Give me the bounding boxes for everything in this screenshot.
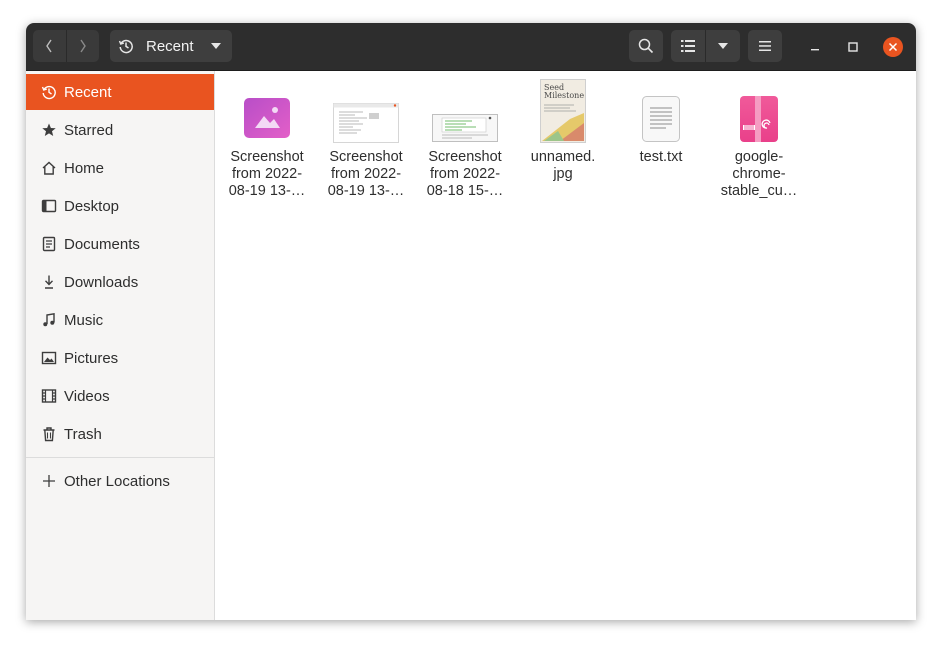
- picture-icon: [40, 349, 58, 367]
- file-name: google-chrome-stable_cu…: [720, 149, 798, 199]
- text-file-icon: [615, 95, 707, 143]
- close-icon: [888, 42, 898, 52]
- history-icon: [118, 39, 133, 54]
- sidebar-item-label: Desktop: [64, 197, 120, 215]
- sidebar-item-label: Home: [64, 159, 105, 177]
- search-button[interactable]: [629, 30, 663, 62]
- sidebar-item-pictures[interactable]: Pictures: [26, 340, 214, 376]
- minimize-button[interactable]: [804, 36, 826, 58]
- file-item[interactable]: test.txt: [615, 79, 707, 199]
- back-button[interactable]: [33, 30, 66, 62]
- plus-icon: [40, 472, 58, 490]
- sidebar-item-recent[interactable]: Recent: [26, 74, 214, 110]
- sidebar-item-label: Other Locations: [64, 472, 170, 490]
- sidebar-item-label: Music: [64, 311, 104, 329]
- sidebar-item-label: Videos: [64, 387, 110, 405]
- file-item[interactable]: Screenshot from 2022- 08-18 15-…: [419, 79, 511, 199]
- chevron-down-icon: [211, 43, 221, 49]
- file-name: unnamed. jpg: [530, 149, 596, 182]
- video-icon: [40, 387, 58, 405]
- close-circle: [883, 37, 903, 57]
- sidebar-item-desktop[interactable]: Desktop: [26, 188, 214, 224]
- maximize-icon: [848, 42, 858, 52]
- list-view-icon: [681, 40, 695, 52]
- sidebar-item-label: Documents: [64, 235, 140, 253]
- sidebar: Recent Starred Home Desktop Documents Do…: [26, 71, 215, 620]
- sidebar-item-label: Starred: [64, 121, 114, 139]
- list-view-button[interactable]: [671, 30, 705, 62]
- view-options-dropdown[interactable]: [705, 30, 740, 62]
- history-icon: [40, 83, 58, 101]
- file-name: Screenshot from 2022- 08-19 13-…: [327, 149, 405, 199]
- location-label: Recent: [146, 37, 194, 55]
- document-icon: [40, 235, 58, 253]
- image-file-icon: [221, 97, 313, 139]
- search-icon: [638, 38, 654, 54]
- sidebar-item-documents[interactable]: Documents: [26, 226, 214, 262]
- file-item[interactable]: Screenshot from 2022- 08-19 13-…: [221, 79, 313, 199]
- music-icon: [40, 311, 58, 329]
- file-manager-window: Recent Recent Starred Home Desktop Docum…: [26, 23, 916, 620]
- screenshot-thumbnail: [320, 103, 412, 143]
- download-icon: [40, 273, 58, 291]
- screenshot-thumbnail: [419, 114, 511, 142]
- sidebar-item-downloads[interactable]: Downloads: [26, 264, 214, 300]
- file-item[interactable]: Seed Milestone unnamed. jpg: [517, 79, 609, 199]
- main-menu-button[interactable]: [748, 30, 782, 62]
- location-path-button[interactable]: Recent: [110, 30, 232, 62]
- chevron-left-icon: [46, 39, 52, 53]
- sidebar-item-label: Downloads: [64, 273, 139, 291]
- sidebar-item-label: Recent: [64, 83, 112, 101]
- sidebar-item-home[interactable]: Home: [26, 150, 214, 186]
- forward-button[interactable]: [65, 30, 100, 62]
- file-item[interactable]: google-chrome-stable_cu…: [713, 79, 805, 199]
- sidebar-item-starred[interactable]: Starred: [26, 112, 214, 148]
- file-name: test.txt: [639, 149, 683, 165]
- star-icon: [40, 121, 58, 139]
- svg-text:Milestone: Milestone: [544, 91, 584, 100]
- sidebar-item-trash[interactable]: Trash: [26, 416, 214, 452]
- package-file-icon: [713, 95, 805, 143]
- sidebar-item-label: Pictures: [64, 349, 119, 367]
- file-view: Screenshot from 2022- 08-19 13-… Screensho…: [215, 71, 916, 620]
- sidebar-item-label: Trash: [64, 425, 102, 443]
- close-button[interactable]: [882, 36, 904, 58]
- navigation-buttons: [33, 30, 99, 62]
- hamburger-menu-icon: [759, 41, 771, 51]
- desktop-icon: [40, 197, 58, 215]
- minimize-icon: [811, 49, 819, 51]
- file-name: Screenshot from 2022- 08-19 13-…: [228, 149, 306, 199]
- sidebar-item-music[interactable]: Music: [26, 302, 214, 338]
- chevron-down-icon: [718, 43, 728, 49]
- trash-icon: [40, 425, 58, 443]
- home-icon: [40, 159, 58, 177]
- chevron-right-icon: [80, 39, 86, 53]
- sidebar-divider: [26, 457, 214, 458]
- maximize-button[interactable]: [842, 36, 864, 58]
- sidebar-item-other-locations[interactable]: Other Locations: [26, 463, 214, 499]
- file-item[interactable]: Screenshot from 2022- 08-19 13-…: [320, 79, 412, 199]
- header-bar: Recent: [26, 23, 916, 71]
- file-name: Screenshot from 2022- 08-18 15-…: [426, 149, 504, 199]
- image-thumbnail: Seed Milestone: [517, 79, 609, 143]
- sidebar-item-videos[interactable]: Videos: [26, 378, 214, 414]
- view-options-group: [671, 30, 740, 62]
